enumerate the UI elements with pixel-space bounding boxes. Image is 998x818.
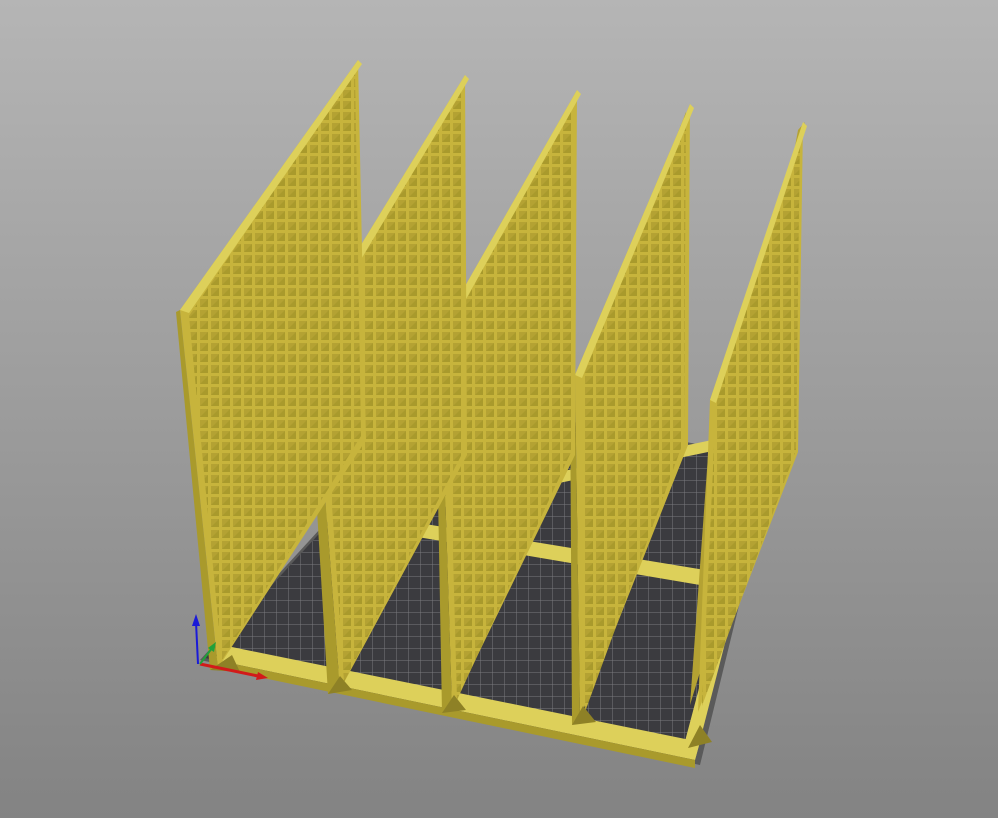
- 3d-viewport[interactable]: [0, 0, 998, 818]
